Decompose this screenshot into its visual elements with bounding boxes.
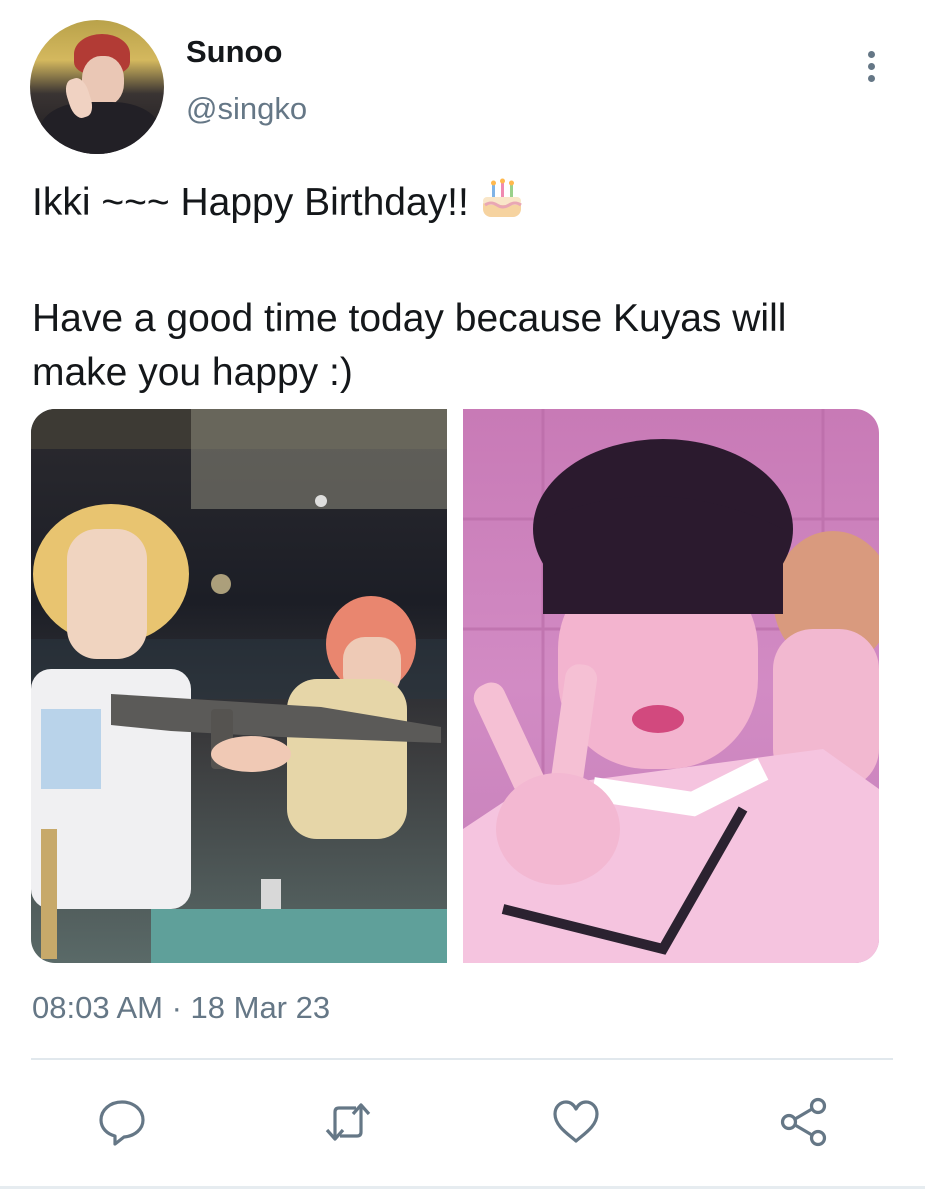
tweet-text: Ikki ~~~ Happy Birthday!! Have a good ti… <box>32 175 892 400</box>
tweet-timestamp[interactable]: 08:03 AM · 18 Mar 23 <box>32 990 330 1026</box>
tweet-photo-1[interactable] <box>31 409 447 963</box>
tweet-paragraph-2: Have a good time today because Kuyas wil… <box>32 297 787 394</box>
bottom-border <box>0 1186 925 1189</box>
user-handle[interactable]: @singko <box>186 91 307 127</box>
display-name[interactable]: Sunoo <box>186 34 282 70</box>
tweet-line-1-text: Ikki ~~~ Happy Birthday!! <box>32 181 469 224</box>
avatar-jacket <box>40 102 160 154</box>
divider <box>31 1058 893 1060</box>
retweet-icon[interactable] <box>322 1096 374 1148</box>
more-vertical-icon[interactable] <box>856 44 886 88</box>
share-icon[interactable] <box>778 1096 830 1148</box>
reply-icon[interactable] <box>96 1096 148 1148</box>
avatar[interactable] <box>30 20 164 154</box>
tweet-photo-2[interactable] <box>463 409 879 963</box>
tweet-line-1: Ikki ~~~ Happy Birthday!! <box>32 175 892 236</box>
birthday-cake-icon <box>479 175 525 236</box>
heart-icon[interactable] <box>550 1096 602 1148</box>
